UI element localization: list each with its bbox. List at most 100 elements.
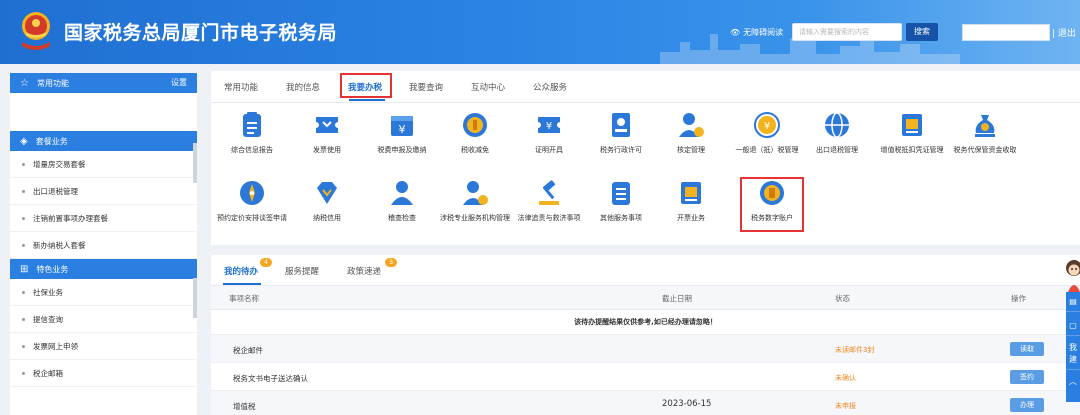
todo-notice: 该待办提醒结果仅供参考,如已经办理请忽略！ — [211, 310, 1080, 335]
grid-icon: ⊞ — [20, 263, 29, 275]
doc-icon[interactable]: ▤ — [1066, 292, 1080, 312]
logout-link[interactable]: | 退出 — [1052, 26, 1076, 39]
tab-frequent[interactable]: 常用功能 — [224, 81, 258, 93]
service-tax-reduction[interactable]: 税收减免 — [439, 111, 511, 155]
feedback-link[interactable]: 我建 — [1066, 342, 1080, 370]
receipt-icon — [902, 114, 922, 136]
item-status: 未确认 — [835, 374, 856, 382]
left-sidebar: ☆ 常用功能 设置 ◈ 套餐业务 增量房交易套餐 出口退税管理 注销前置事项办理… — [10, 73, 197, 415]
sidebar-item[interactable]: 新办纳税人套餐 — [10, 232, 197, 259]
sidebar-scrollbar[interactable] — [193, 143, 197, 183]
tab-my-info[interactable]: 我的信息 — [286, 81, 320, 93]
item-name: 税务文书电子送达确认 — [233, 374, 308, 383]
user-icon — [391, 181, 413, 205]
user-gear-icon — [679, 113, 704, 137]
sidebar-item[interactable]: 注销前置事项办理套餐 — [10, 205, 197, 232]
item-name: 税企邮件 — [233, 346, 263, 355]
service-fund-custody[interactable]: 税务代保管资金收取 — [949, 111, 1021, 155]
id-card-icon — [612, 113, 630, 137]
service-legal-remedy[interactable]: 法律追责与救济事项 — [513, 179, 585, 223]
site-header: 国家税务总局厦门市电子税务局 👁 无障碍阅读 搜索 | 退出 — [0, 0, 1080, 64]
package-business-header[interactable]: ◈ 套餐业务 — [10, 131, 197, 151]
package-business-title: 套餐业务 — [35, 136, 68, 146]
svg-text:¥: ¥ — [546, 121, 552, 132]
service-general-refund[interactable]: ¥ 一般退（抵）税管理 — [731, 111, 803, 155]
service-admin-permit[interactable]: 税务行政许可 — [585, 111, 657, 155]
assistant-mascot-icon[interactable] — [1064, 258, 1080, 292]
star-icon: ☆ — [20, 77, 29, 89]
service-certificate[interactable]: ¥ 证明开具 — [513, 111, 585, 155]
todo-count-badge: 4 — [260, 258, 272, 267]
active-tab-highlight-box — [340, 73, 392, 98]
service-export-refund[interactable]: 出口退税管理 — [801, 111, 873, 155]
handle-button[interactable]: 办理 — [1010, 398, 1044, 412]
eye-icon: 👁 — [730, 28, 741, 37]
special-business-header[interactable]: ⊞ 特色业务 — [10, 259, 197, 279]
sidebar-scrollbar[interactable] — [193, 278, 197, 318]
sidebar-item[interactable]: 税企邮箱 — [10, 360, 197, 387]
service-assessment[interactable]: 核定管理 — [655, 111, 727, 155]
svg-text:¥: ¥ — [764, 121, 770, 132]
user-name-box[interactable] — [962, 24, 1050, 41]
service-agency-management[interactable]: 涉税专业服务机构管理 — [439, 179, 511, 223]
chevron-up-icon[interactable]: ︿ — [1066, 372, 1080, 392]
table-row: 增值税 2023-06-15 未申报 办理 — [211, 391, 1080, 415]
sidebar-item[interactable]: 发票网上申领 — [10, 333, 197, 360]
settings-link[interactable]: 设置 — [171, 73, 187, 93]
service-pricing-arrangement[interactable]: 预约定价安排谈签申请 — [216, 179, 288, 223]
search-button[interactable]: 搜索 — [906, 23, 938, 41]
tab-query[interactable]: 我要查询 — [409, 81, 443, 93]
accessibility-link[interactable]: 👁 无障碍阅读 — [730, 27, 783, 38]
document-list-icon — [243, 112, 261, 137]
digital-account-highlight-box — [740, 177, 804, 232]
tab-interaction[interactable]: 互动中心 — [471, 81, 505, 93]
floating-toolbar: ▤ ▢ 我建 ︿ — [1066, 292, 1080, 402]
service-other[interactable]: 其他服务事项 — [585, 179, 657, 223]
service-invoice-use[interactable]: 发票使用 — [291, 111, 363, 155]
active-tab-underline — [223, 283, 261, 285]
ticket-icon — [316, 117, 338, 133]
sidebar-item[interactable]: 出口退税管理 — [10, 178, 197, 205]
tab-public-service[interactable]: 公众服务 — [533, 81, 567, 93]
sidebar-item[interactable]: 提信查询 — [10, 306, 197, 333]
refund-icon: ¥ — [754, 112, 780, 138]
sidebar-item[interactable]: 社保业务 — [10, 279, 197, 306]
item-name: 增值税 — [233, 402, 256, 411]
col-status: 状态 — [835, 294, 850, 303]
frequent-functions-header: ☆ 常用功能 设置 — [10, 73, 197, 93]
todo-tabs: 我的待办 4 服务提醒 政策速递 3 — [211, 255, 1080, 286]
search-input[interactable] — [792, 23, 902, 41]
sign-button[interactable]: 签约 — [1010, 370, 1044, 384]
table-row: 税企邮件 未读邮件3封 读取 — [211, 335, 1080, 363]
certificate-icon: ¥ — [538, 117, 560, 133]
tab-service-reminder[interactable]: 服务提醒 — [285, 265, 319, 277]
coin-icon — [463, 113, 487, 137]
invoice-icon — [681, 182, 701, 204]
service-tax-declaration[interactable]: ¥ 税费申报及缴纳 — [366, 111, 438, 155]
service-panel: 常用功能 我的信息 我要办税 我要查询 互动中心 公众服务 综合信息报告 发票使… — [211, 71, 1080, 245]
col-action: 操作 — [1011, 294, 1026, 303]
read-button[interactable]: 读取 — [1010, 342, 1044, 356]
service-vat-deduction[interactable]: 增值税抵扣凭证管理 — [876, 111, 948, 155]
accessibility-label: 无障碍阅读 — [743, 28, 784, 37]
service-inspection[interactable]: 稽查检查 — [366, 179, 438, 223]
gavel-icon — [539, 180, 559, 205]
item-deadline: 2023-06-15 — [662, 399, 712, 409]
layers-icon: ◈ — [20, 135, 28, 147]
diamond-heart-icon — [317, 182, 337, 204]
todo-panel: 我的待办 4 服务提醒 政策速递 3 事项名称 截止日期 状态 操作 该待办提醒… — [211, 255, 1080, 415]
list-icon — [612, 182, 630, 205]
money-bag-icon — [975, 115, 995, 137]
tab-policy-express[interactable]: 政策速递 — [347, 265, 381, 277]
service-invoicing[interactable]: 开票业务 — [655, 179, 727, 223]
todo-table-header: 事项名称 截止日期 状态 操作 — [211, 286, 1080, 310]
item-status: 未读邮件3封 — [835, 346, 875, 354]
service-comprehensive-report[interactable]: 综合信息报告 — [216, 111, 288, 155]
main-tabs: 常用功能 我的信息 我要办税 我要查询 互动中心 公众服务 — [211, 71, 1080, 103]
tab-my-todo[interactable]: 我的待办 — [224, 265, 258, 277]
yuan-folder-icon: ¥ — [391, 116, 413, 136]
service-tax-credit[interactable]: 纳税信用 — [291, 179, 363, 223]
sidebar-item[interactable]: 增量房交易套餐 — [10, 151, 197, 178]
window-icon[interactable]: ▢ — [1066, 316, 1080, 336]
col-item-name: 事项名称 — [229, 294, 259, 303]
